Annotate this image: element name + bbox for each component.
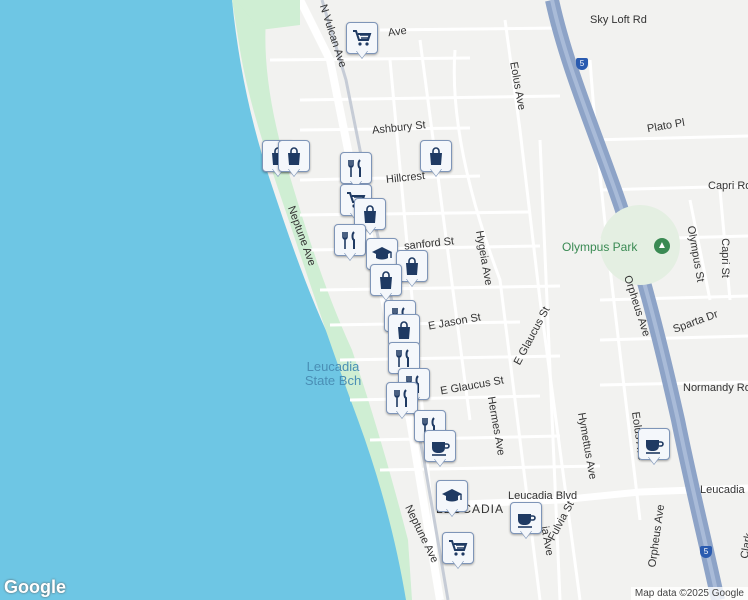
park-label-olympus: Olympus Park	[562, 240, 638, 254]
beach-label-leucadia: Leucadia State Bch	[304, 359, 362, 388]
map-marker-shopping-bag[interactable]	[278, 140, 310, 180]
map-marker-shopping-cart[interactable]	[346, 22, 378, 62]
coffee-icon	[432, 442, 450, 456]
street-label-leucadia-blvd-east: Leucadia	[700, 484, 745, 496]
street-label-capri: Capri Ro	[708, 180, 748, 192]
park-tree-icon: ▲	[654, 238, 670, 254]
shopping-bag-icon	[364, 205, 376, 223]
shopping-bag-icon	[398, 321, 410, 339]
school-icon	[442, 489, 462, 502]
google-logo[interactable]: Google	[4, 577, 66, 598]
map-marker-shopping-cart[interactable]	[442, 532, 474, 572]
restaurant-icon	[396, 349, 409, 367]
street-label-normandy: Normandy Ro	[683, 382, 748, 394]
coffee-icon	[518, 514, 536, 528]
shopping-cart-icon	[353, 30, 372, 46]
map-marker-shopping-bag[interactable]	[370, 264, 402, 304]
map-marker-school[interactable]	[436, 480, 468, 520]
map-marker-coffee[interactable]	[638, 428, 670, 468]
map-marker-coffee[interactable]	[510, 502, 542, 542]
street-label-sky-loft: Sky Loft Rd	[590, 14, 647, 26]
map-attribution[interactable]: Map data ©2025 Google	[630, 587, 748, 600]
i5-shield-south: 5	[700, 546, 712, 558]
shopping-bag-icon	[430, 147, 442, 165]
street-label-ave: Ave	[387, 24, 408, 40]
restaurant-icon	[394, 389, 407, 407]
school-icon	[372, 247, 392, 260]
restaurant-icon	[348, 159, 361, 177]
coffee-icon	[646, 440, 664, 454]
map-marker-restaurant[interactable]	[334, 224, 366, 264]
shopping-bag-icon	[288, 147, 300, 165]
shopping-bag-icon	[406, 257, 418, 275]
map-marker-coffee[interactable]	[424, 430, 456, 470]
street-label-capistrano: Capri St	[718, 238, 731, 278]
restaurant-icon	[342, 231, 355, 249]
shopping-bag-icon	[380, 271, 392, 289]
map-marker-shopping-bag[interactable]	[420, 140, 452, 180]
shopping-cart-icon	[449, 540, 468, 556]
i5-shield-north: 5	[576, 58, 588, 70]
